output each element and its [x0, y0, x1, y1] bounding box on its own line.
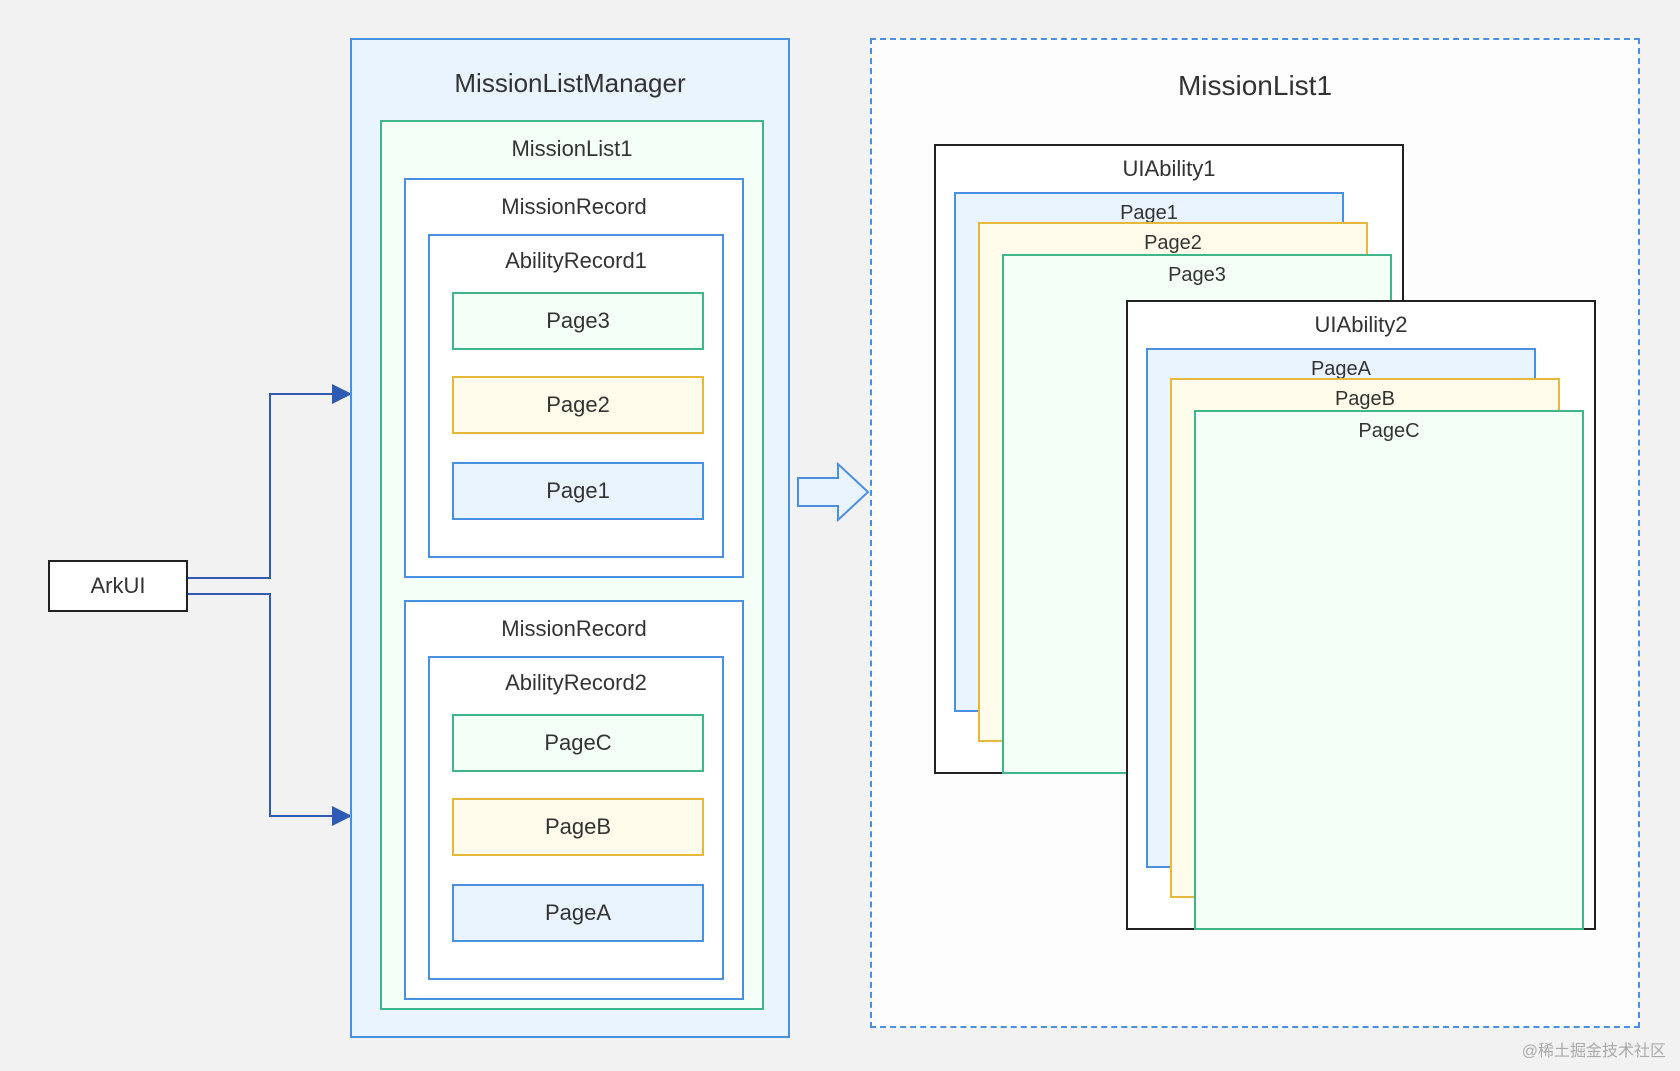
page-label: Page1 — [546, 478, 610, 504]
ui-ability-box: UIAbility2 PageA PageB PageC — [1126, 300, 1596, 930]
arkui-label: ArkUI — [91, 573, 146, 599]
mission-list-manager-title: MissionListManager — [352, 40, 788, 99]
page-label: PageC — [544, 730, 611, 756]
mission-list-box-left: MissionList1 MissionRecord AbilityRecord… — [380, 120, 764, 1010]
mission-record-box: MissionRecord AbilityRecord2 PageC PageB… — [404, 600, 744, 1000]
page-box: Page2 — [452, 376, 704, 434]
page-label: PageA — [1311, 358, 1371, 380]
mission-record-title: MissionRecord — [406, 180, 742, 220]
ability-record-title: AbilityRecord1 — [430, 236, 722, 274]
mission-record-box: MissionRecord AbilityRecord1 Page3 Page2… — [404, 178, 744, 578]
page-box: PageA — [452, 884, 704, 942]
page-box: PageB — [452, 798, 704, 856]
mission-list-title-left: MissionList1 — [382, 122, 762, 162]
page-label: PageB — [545, 814, 611, 840]
page-label: Page1 — [1120, 202, 1178, 224]
page-label: Page2 — [546, 392, 610, 418]
page-label: PageC — [1358, 420, 1419, 442]
page-label: PageB — [1335, 388, 1395, 410]
ability-record-box: AbilityRecord2 PageC PageB PageA — [428, 656, 724, 980]
page-label: Page3 — [1168, 264, 1226, 286]
page-label: Page2 — [1144, 232, 1202, 254]
page-label: PageA — [545, 900, 611, 926]
page-card: PageC — [1194, 410, 1584, 930]
page-box: PageC — [452, 714, 704, 772]
ability-record-box: AbilityRecord1 Page3 Page2 Page1 — [428, 234, 724, 558]
mission-list-manager-box: MissionListManager MissionList1 MissionR… — [350, 38, 790, 1038]
page-box: Page1 — [452, 462, 704, 520]
arkui-box: ArkUI — [48, 560, 188, 612]
page-box: Page3 — [452, 292, 704, 350]
mission-record-title: MissionRecord — [406, 602, 742, 642]
page-label: Page3 — [546, 308, 610, 334]
watermark: @稀土掘金技术社区 — [1522, 1037, 1666, 1061]
ui-ability-title: UIAbility1 — [936, 146, 1402, 182]
mission-list-title-right: MissionList1 — [872, 40, 1638, 102]
mission-list-box-right: MissionList1 UIAbility1 Page1 Page2 Page… — [870, 38, 1640, 1028]
ability-record-title: AbilityRecord2 — [430, 658, 722, 696]
ui-ability-title: UIAbility2 — [1128, 302, 1594, 338]
